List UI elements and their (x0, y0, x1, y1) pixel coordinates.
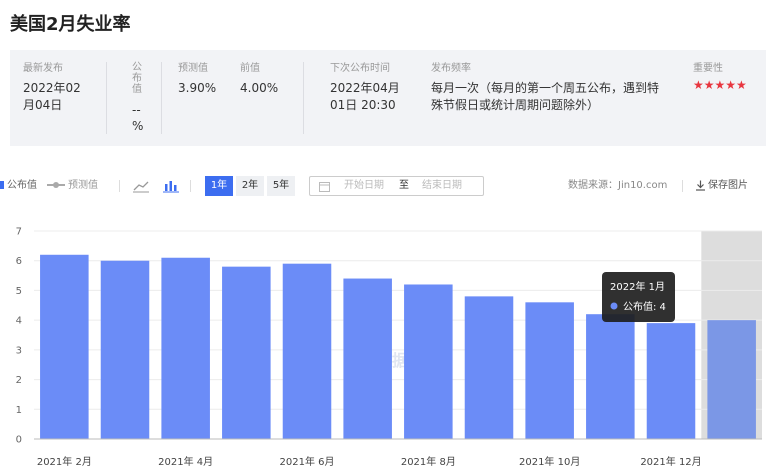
actual-label-char: 布 (132, 73, 142, 84)
x-tick-label: 2021年 6月 (280, 455, 335, 468)
range-1y-button[interactable]: 1年 (205, 176, 233, 196)
bar (40, 254, 89, 439)
latest-release-value: 2022年02 月04日 (23, 80, 81, 114)
frequency-value-line2: 殊节假日或统计周期问题除外） (431, 98, 600, 112)
next-release-label: 下次公布时间 (330, 63, 390, 74)
next-release-value: 2022年04月 01日 20:30 (330, 80, 400, 114)
next-release-value-line2: 01日 20:30 (330, 98, 396, 112)
actual-value-block: 公 布 值 -- % (132, 62, 146, 134)
bar (282, 263, 332, 439)
chart-toolbar: 公布值 预测值 1年 2年 5年 开始日期 至 结束日期 数据来源：Jin10.… (0, 176, 771, 196)
legend-actual-swatch (0, 181, 4, 189)
tooltip-value: 公布值: 4 (623, 300, 666, 313)
release-info-panel: 最新发布 2022年02 月04日 公 布 值 -- % 预测值 3.90% 前… (10, 50, 766, 146)
bar-chart-icon[interactable] (162, 178, 180, 194)
previous-block: 前值 4.00% (240, 62, 278, 97)
forecast-block: 预测值 3.90% (178, 62, 216, 97)
next-release-block: 下次公布时间 2022年04月 01日 20:30 (330, 62, 400, 114)
divider (190, 180, 191, 192)
frequency-label: 发布频率 (431, 63, 471, 74)
legend-forecast[interactable]: 预测值 (47, 176, 98, 196)
line-chart-icon[interactable] (132, 178, 150, 194)
range-5y-button[interactable]: 5年 (267, 176, 295, 196)
x-tick-label: 2021年 8月 (401, 455, 456, 468)
bar (707, 320, 756, 439)
y-tick-label: 5 (16, 286, 22, 297)
importance-stars: ★★★★★ (693, 78, 747, 92)
y-tick-label: 0 (16, 435, 22, 446)
frequency-block: 发布频率 每月一次（每月的第一个周五公布，遇到特 殊节假日或统计周期问题除外） (431, 62, 659, 114)
unemployment-bar-chart: 01234567金十数据2021年 2月2021年 4月2021年 6月2021… (16, 227, 762, 468)
importance-block: 重要性 ★★★★★ (693, 62, 747, 92)
data-source: 数据来源：Jin10.com (568, 180, 668, 191)
y-tick-label: 7 (16, 227, 22, 238)
bar (343, 278, 392, 439)
latest-release: 最新发布 2022年02 月04日 (23, 62, 81, 114)
bar (100, 260, 150, 439)
importance-label: 重要性 (693, 63, 723, 74)
date-range-separator: 至 (399, 180, 409, 191)
tooltip-title: 2022年 1月 (610, 280, 665, 293)
end-date-input[interactable]: 结束日期 (422, 177, 462, 195)
next-release-value-line1: 2022年04月 (330, 81, 400, 95)
actual-value-line1: -- (132, 103, 141, 117)
forecast-value: 3.90% (178, 81, 217, 95)
bar (525, 302, 574, 439)
frequency-value-line1: 每月一次（每月的第一个周五公布，遇到特 (431, 81, 660, 95)
x-tick-label: 2021年 12月 (640, 455, 701, 468)
calendar-icon (319, 182, 330, 192)
download-icon (696, 180, 705, 191)
divider (303, 62, 304, 134)
legend-forecast-swatch (47, 181, 65, 189)
legend-actual-label: 公布值 (7, 180, 37, 191)
forecast-label: 预测值 (178, 63, 208, 74)
actual-label: 公 布 值 (132, 62, 146, 95)
bar (404, 284, 453, 439)
y-tick-label: 2 (16, 375, 22, 386)
legend-actual[interactable]: 公布值 (0, 176, 37, 196)
actual-value-line2: % (132, 119, 144, 133)
range-2y-button[interactable]: 2年 (236, 176, 264, 196)
bar (161, 257, 210, 439)
y-tick-label: 1 (16, 405, 22, 416)
tooltip-series-marker (610, 302, 618, 310)
actual-label-char: 值 (132, 84, 142, 95)
x-tick-label: 2021年 2月 (37, 455, 92, 468)
divider (161, 62, 162, 134)
latest-release-value-line1: 2022年02 (23, 81, 81, 95)
y-tick-label: 4 (16, 316, 22, 327)
bar (586, 314, 635, 439)
previous-value: 4.00% (240, 81, 279, 95)
start-date-input[interactable]: 开始日期 (344, 177, 384, 195)
save-image-button[interactable]: 保存图片 (695, 176, 748, 196)
save-image-label: 保存图片 (708, 180, 748, 191)
divider (106, 62, 107, 134)
bar (646, 323, 696, 439)
bar (222, 266, 271, 439)
x-tick-label: 2021年 10月 (519, 455, 580, 468)
tooltip-box (602, 272, 675, 322)
y-tick-label: 6 (16, 256, 22, 267)
divider (682, 180, 683, 192)
actual-label-char: 公 (132, 62, 142, 73)
date-range-picker[interactable]: 开始日期 至 结束日期 (309, 176, 484, 196)
legend-forecast-label: 预测值 (68, 180, 98, 191)
divider (119, 180, 120, 192)
frequency-value: 每月一次（每月的第一个周五公布，遇到特 殊节假日或统计周期问题除外） (431, 80, 659, 114)
latest-release-label: 最新发布 (23, 63, 63, 74)
page-title: 美国2月失业率 (10, 14, 131, 35)
x-tick-label: 2021年 4月 (158, 455, 213, 468)
latest-release-value-line2: 月04日 (23, 98, 63, 112)
y-tick-label: 3 (16, 345, 22, 356)
previous-label: 前值 (240, 63, 260, 74)
bar (464, 296, 514, 439)
actual-value: -- % (132, 102, 146, 134)
